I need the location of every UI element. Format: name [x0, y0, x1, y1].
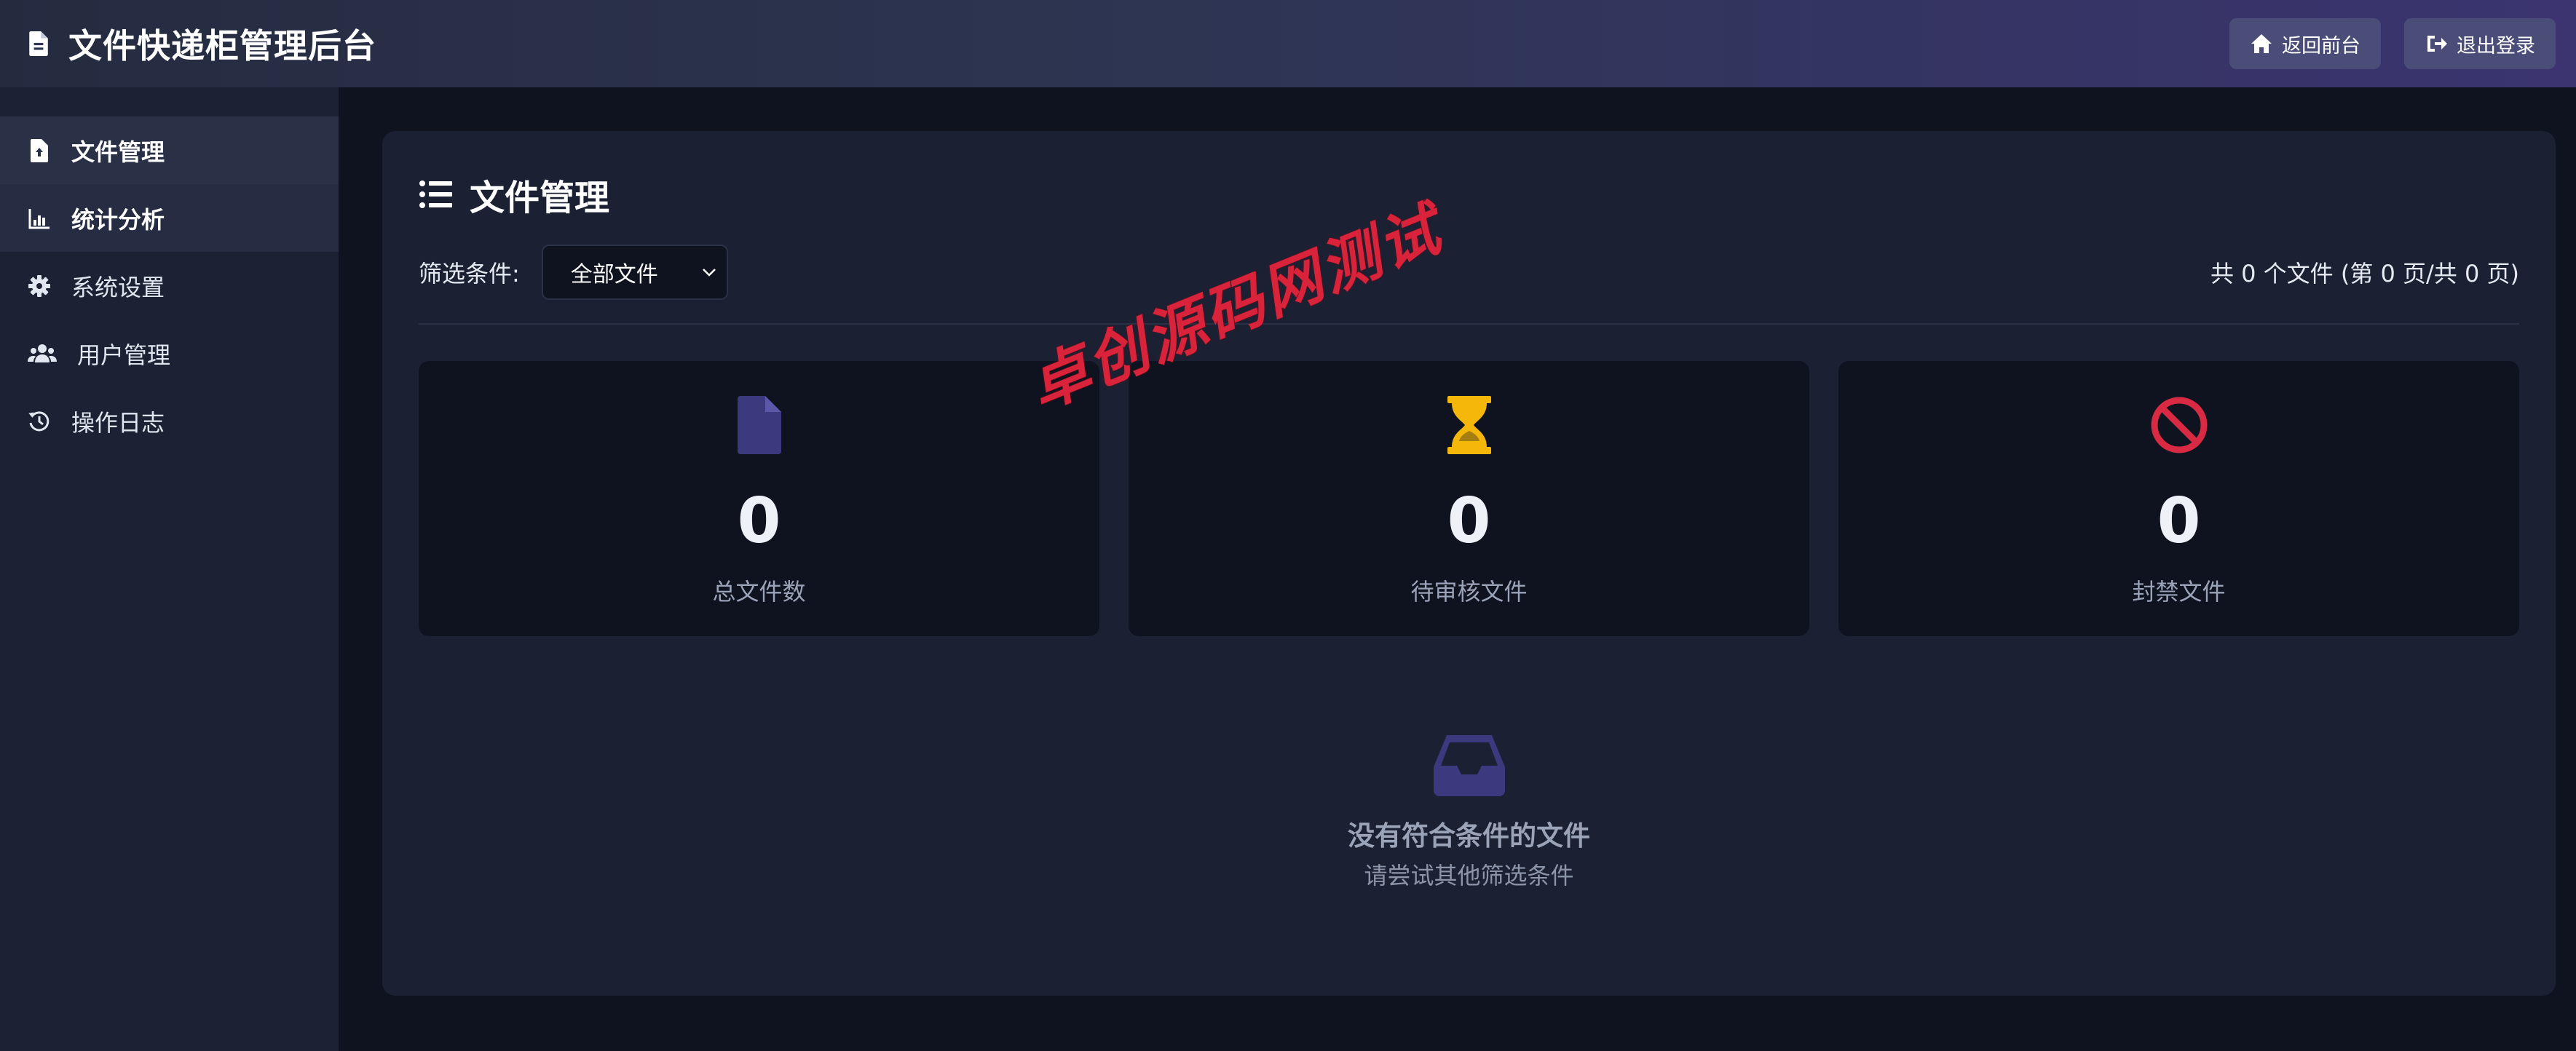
- stat-value: 0: [2157, 485, 2201, 558]
- inbox-icon: [382, 735, 2556, 796]
- stat-label: 待审核文件: [1410, 578, 1528, 606]
- filter-bar: 筛选条件: 全部文件 共 0 个文件 (第 0 页/共 0 页): [419, 245, 2519, 300]
- file-icon: [737, 396, 781, 454]
- file-management-panel: 文件管理 筛选条件: 全部文件 共 0 个文件 (第 0 页/共 0 页) 0 …: [382, 131, 2556, 996]
- sidebar-item-label: 系统设置: [71, 273, 165, 301]
- empty-subtitle: 请尝试其他筛选条件: [1364, 862, 1574, 889]
- sidebar-item-settings[interactable]: 系统设置: [0, 252, 339, 320]
- stat-value: 0: [1447, 485, 1491, 558]
- sidebar-item-label: 操作日志: [71, 408, 165, 437]
- panel-heading: 文件管理: [419, 169, 609, 220]
- file-count-summary: 共 0 个文件 (第 0 页/共 0 页): [2210, 260, 2519, 287]
- filter-selected-value: 全部文件: [570, 262, 658, 287]
- top-header: 文件快递柜管理后台 返回前台 退出登录: [0, 0, 2576, 87]
- app-title: 文件快递柜管理后台: [68, 26, 376, 66]
- brand: 文件快递柜管理后台: [29, 20, 376, 68]
- chart-icon: [28, 207, 51, 230]
- stats-row: 0 总文件数 0 待审核文件 0 封禁文件: [419, 361, 2519, 636]
- page-title: 文件管理: [470, 178, 610, 218]
- ban-icon: [2150, 396, 2208, 454]
- back-to-front-label: 返回前台: [2282, 34, 2360, 57]
- hourglass-icon: [1447, 396, 1491, 454]
- empty-title: 没有符合条件的文件: [1348, 820, 1590, 852]
- history-icon: [28, 410, 51, 433]
- logout-button[interactable]: 退出登录: [2404, 18, 2556, 69]
- filter-label: 筛选条件:: [419, 260, 520, 287]
- sidebar: 文件管理 统计分析 系统设置 用户管理 操作日志: [0, 87, 339, 1051]
- sidebar-item-file-management[interactable]: 文件管理: [0, 116, 339, 184]
- divider: [419, 323, 2519, 325]
- gear-icon: [28, 274, 51, 298]
- list-icon: [419, 178, 452, 210]
- back-to-front-button[interactable]: 返回前台: [2229, 18, 2381, 69]
- main-content: 文件管理 筛选条件: 全部文件 共 0 个文件 (第 0 页/共 0 页) 0 …: [339, 87, 2576, 1051]
- stat-label: 封禁文件: [2132, 578, 2226, 606]
- stat-card-pending: 0 待审核文件: [1129, 361, 1809, 636]
- stat-card-banned: 0 封禁文件: [1838, 361, 2519, 636]
- chevron-down-icon: [702, 267, 716, 277]
- empty-state: 没有符合条件的文件 请尝试其他筛选条件: [382, 735, 2556, 891]
- filter-controls: 筛选条件: 全部文件: [419, 245, 728, 300]
- sidebar-item-users[interactable]: 用户管理: [0, 320, 339, 387]
- sidebar-item-label: 统计分析: [71, 205, 165, 234]
- file-icon: [28, 138, 51, 162]
- logout-icon: [2425, 33, 2448, 55]
- users-icon: [28, 342, 57, 365]
- home-icon: [2250, 33, 2273, 55]
- sidebar-item-statistics[interactable]: 统计分析: [0, 184, 339, 252]
- stat-value: 0: [737, 485, 781, 558]
- header-actions: 返回前台 退出登录: [2229, 18, 2556, 69]
- stat-card-total: 0 总文件数: [419, 361, 1099, 636]
- sidebar-item-logs[interactable]: 操作日志: [0, 387, 339, 455]
- stat-label: 总文件数: [712, 578, 806, 606]
- logout-label: 退出登录: [2457, 34, 2535, 57]
- filter-select[interactable]: 全部文件: [541, 245, 728, 300]
- sidebar-item-label: 用户管理: [77, 341, 171, 369]
- file-icon: [29, 31, 48, 56]
- sidebar-item-label: 文件管理: [71, 138, 165, 166]
